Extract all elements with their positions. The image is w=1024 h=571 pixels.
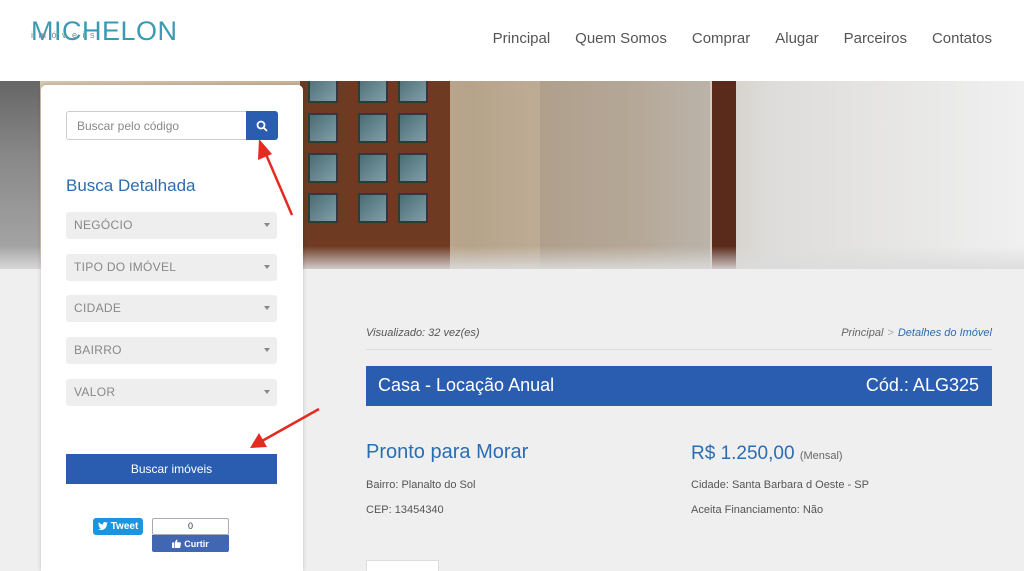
property-title: Casa - Locação Anual [378,375,555,395]
header: MICHELON imóveis Principal Quem Somos Co… [0,0,1024,81]
property-neighborhood: Bairro: Planalto do Sol [366,479,476,491]
select-valor-label: VALOR [74,385,116,399]
property-city: Cidade: Santa Barbara d Oeste - SP [691,479,869,491]
nav-comprar[interactable]: Comprar [692,30,750,47]
chevron-down-icon [264,306,270,310]
search-sidebar: Busca Detalhada NEGÓCIO TIPO DO IMÓVEL C… [41,85,303,571]
banner-beam [712,81,736,269]
select-tipo-imovel-label: TIPO DO IMÓVEL [74,260,177,274]
select-cidade-label: CIDADE [74,301,122,315]
property-financing: Aceita Financiamento: Não [691,504,824,516]
select-tipo-imovel[interactable]: TIPO DO IMÓVEL [66,254,277,281]
search-properties-button[interactable]: Buscar imóveis [66,454,277,484]
main-nav: Principal Quem Somos Comprar Alugar Parc… [493,30,992,47]
banner-window [300,81,450,269]
chevron-down-icon [264,265,270,269]
search-icon [256,120,268,131]
logo-subtitle: imóveis [31,30,101,40]
select-negocio[interactable]: NEGÓCIO [66,212,277,239]
twitter-bird-icon [97,522,108,530]
breadcrumb: Principal > Detalhes do Imóvel [841,327,992,339]
breadcrumb-separator: > [887,327,894,339]
view-count: Visualizado: 32 vez(es) [366,327,480,339]
select-valor[interactable]: VALOR [66,379,277,406]
select-cidade[interactable]: CIDADE [66,295,277,322]
property-code: Cód.: ALG325 [865,375,979,395]
divider [366,349,992,350]
code-search [66,111,278,140]
facebook-like-button[interactable]: Curtir [152,535,229,552]
tweet-button[interactable]: Tweet [93,518,143,535]
code-search-input[interactable] [66,111,246,140]
nav-parceiros[interactable]: Parceiros [844,30,907,47]
select-bairro[interactable]: BAIRRO [66,337,277,364]
property-price: R$ 1.250,00 (Mensal) [691,443,843,465]
detailed-search-title: Busca Detalhada [66,176,196,195]
code-search-button[interactable] [246,111,278,140]
breadcrumb-home[interactable]: Principal [841,327,883,339]
tweet-label: Tweet [110,521,139,532]
property-title-bar: Casa - Locação Anual Cód.: ALG325 [366,366,992,406]
details-tab[interactable] [366,560,439,571]
chevron-down-icon [264,390,270,394]
property-status: Pronto para Morar [366,441,529,463]
chevron-down-icon [264,348,270,352]
nav-quem-somos[interactable]: Quem Somos [575,30,667,47]
property-cep: CEP: 13454340 [366,504,444,516]
select-negocio-label: NEGÓCIO [74,218,133,232]
nav-principal[interactable]: Principal [493,30,551,47]
chevron-down-icon [264,223,270,227]
banner-wall-stain [540,81,710,269]
price-period: (Mensal) [799,450,843,462]
price-value: R$ 1.250,00 [691,443,795,464]
thumbs-up-icon [172,539,182,548]
facebook-like-count: 0 [152,518,229,535]
nav-alugar[interactable]: Alugar [775,30,818,47]
select-bairro-label: BAIRRO [74,343,122,357]
nav-contatos[interactable]: Contatos [932,30,992,47]
breadcrumb-current: Detalhes do Imóvel [897,327,992,339]
facebook-like-label: Curtir [184,538,209,549]
banner-wall [0,81,40,269]
